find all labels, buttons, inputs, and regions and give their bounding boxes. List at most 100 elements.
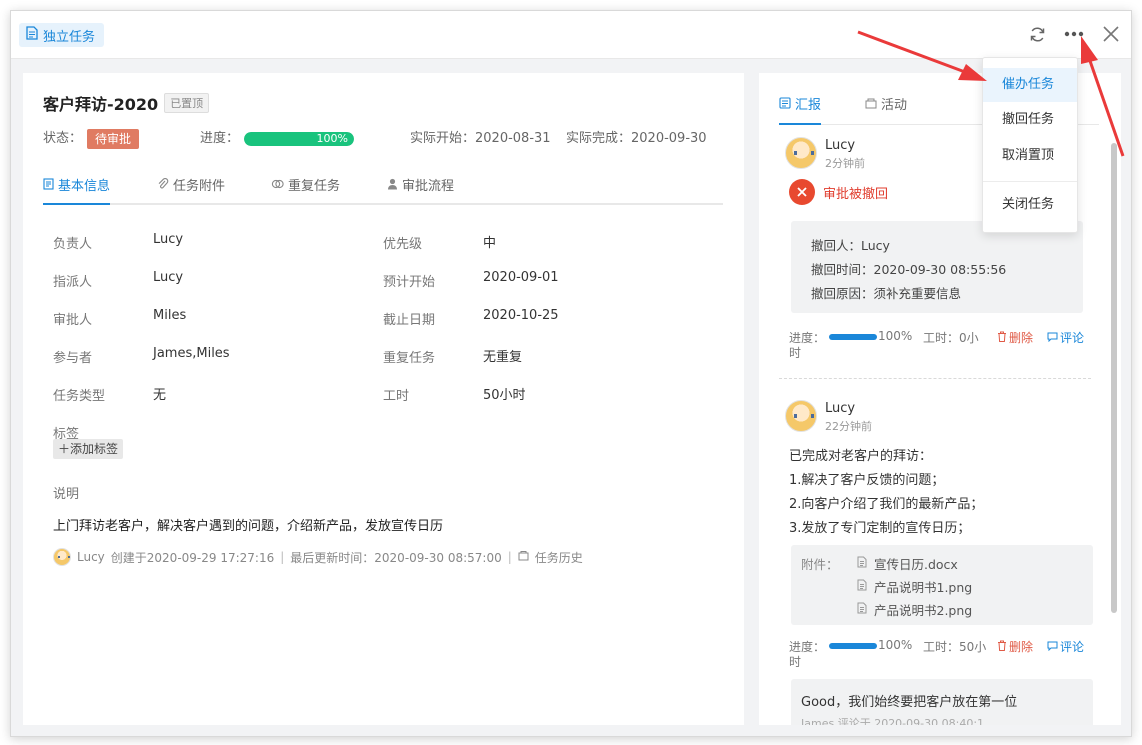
attachment-item[interactable]: 产品说明书2.png xyxy=(857,600,972,619)
add-tag-label: 添加标签 xyxy=(70,442,119,456)
tab-basic-info[interactable]: 基本信息 xyxy=(43,171,111,205)
tab-label: 汇报 xyxy=(795,98,822,113)
report-user: Lucy xyxy=(825,401,856,416)
field-value: 2020-10-25 xyxy=(483,308,559,323)
field-value: Lucy xyxy=(153,270,184,285)
tab-activity[interactable]: 活动 xyxy=(865,93,907,125)
progress-bar: 100% xyxy=(244,132,354,146)
comment-button[interactable]: 评论 xyxy=(1047,638,1084,655)
field-value: 无重复 xyxy=(483,350,523,365)
document-icon xyxy=(26,26,38,44)
field-label: 负责人 xyxy=(53,237,93,252)
task-title: 客户拜访-2020 xyxy=(43,95,159,114)
meta-created: 创建于2020-09-29 17:27:16 xyxy=(110,550,275,565)
tab-label: 基本信息 xyxy=(58,179,111,194)
status-row: 状态： 待审批 进度： 100% 实际开始：2020-08-31 实际完成：20… xyxy=(43,128,723,150)
menu-divider xyxy=(983,181,1077,182)
comment-meta: James 评论于 2020-09-30 08:40:1 xyxy=(801,717,985,725)
close-icon[interactable] xyxy=(1101,24,1121,44)
menu-item-close[interactable]: 关闭任务 xyxy=(983,188,1077,222)
field-value: James,Miles xyxy=(153,346,230,361)
withdraw-detail-box: 撤回人：Lucy 撤回时间：2020-09-30 08:55:56 撤回原因：须… xyxy=(791,221,1083,313)
tab-repeat[interactable]: 重复任务 xyxy=(271,171,340,203)
attachment-item[interactable]: 宣传日历.docx xyxy=(857,554,958,573)
field-label: 截止日期 xyxy=(383,313,436,328)
avatar xyxy=(53,548,71,566)
report-line: 2.向客户介绍了我们的最新产品； xyxy=(789,497,984,512)
document-icon xyxy=(43,174,54,200)
report-line: 3.发放了专门定制的宣传日历； xyxy=(789,521,971,536)
tab-label: 重复任务 xyxy=(288,179,341,194)
actual-start: 实际开始：2020-08-31 xyxy=(410,131,551,146)
repeat-icon xyxy=(271,174,284,200)
task-type-tag[interactable]: 独立任务 xyxy=(19,23,105,47)
attachments-box: 附件： 宣传日历.docx 产品说明书1.png 产品说明书2.png xyxy=(791,545,1093,625)
report-icon xyxy=(779,94,791,118)
progress-text: 100% xyxy=(878,638,913,652)
rejected-label: 审批被撤回 xyxy=(823,186,889,202)
tab-report[interactable]: 汇报 xyxy=(779,93,822,125)
add-tag-button[interactable]: ＋添加标签 xyxy=(53,439,124,459)
title-row: 客户拜访-2020 已置顶 xyxy=(43,91,210,115)
field-value: 无 xyxy=(153,388,167,403)
meta-row: Lucy 创建于2020-09-29 17:27:16 | 最后更新时间：202… xyxy=(53,548,583,566)
divider: | xyxy=(507,550,512,564)
user-icon xyxy=(387,174,398,200)
more-icon[interactable] xyxy=(1064,24,1084,44)
report-footer: 进度： 100% 工时：0小 删除 评论 时 xyxy=(789,329,1109,363)
comment-text: Good，我们始终要把客户放在第一位 xyxy=(801,695,1018,710)
divider: | xyxy=(280,550,285,564)
rejected-status: 审批被撤回 xyxy=(789,179,888,205)
delete-button[interactable]: 删除 xyxy=(997,329,1033,346)
attachment-name: 产品说明书1.png xyxy=(874,580,973,595)
paperclip-icon xyxy=(157,174,169,200)
menu-item-urge[interactable]: 催办任务 xyxy=(983,68,1077,102)
file-icon xyxy=(857,602,867,617)
field-label: 参与者 xyxy=(53,351,93,366)
avatar xyxy=(785,400,817,432)
tab-approval[interactable]: 审批流程 xyxy=(387,171,454,203)
menu-item-withdraw[interactable]: 撤回任务 xyxy=(983,103,1077,137)
report-time: 2分钟前 xyxy=(825,157,865,170)
field-label: 审批人 xyxy=(53,313,93,328)
progress-label: 进度： xyxy=(200,131,240,146)
comment-icon xyxy=(1047,331,1058,345)
hours-text-wrap: 时 xyxy=(789,346,802,360)
comment-label: 评论 xyxy=(1060,640,1085,654)
tab-attachments[interactable]: 任务附件 xyxy=(157,171,225,203)
status-label: 状态： xyxy=(43,131,83,146)
field-value: 2020-09-01 xyxy=(483,270,559,285)
delete-label: 删除 xyxy=(1009,331,1034,345)
detail-line: 撤回原因：须补充重要信息 xyxy=(811,286,962,301)
pinned-badge: 已置顶 xyxy=(164,93,210,113)
meta-author: Lucy xyxy=(77,550,105,564)
refresh-icon[interactable] xyxy=(1027,24,1047,44)
field-label: 优先级 xyxy=(383,237,423,252)
field-value: Lucy xyxy=(153,232,184,247)
field-value: 50小时 xyxy=(483,388,526,403)
delete-button[interactable]: 删除 xyxy=(997,638,1033,655)
report-line: 已完成对老客户的拜访： xyxy=(789,449,933,464)
field-value: 中 xyxy=(483,236,497,251)
report-time: 22分钟前 xyxy=(825,420,872,433)
menu-item-unpin[interactable]: 取消置顶 xyxy=(983,139,1077,173)
task-history-link[interactable]: 任务历史 xyxy=(535,549,583,566)
status-badge: 待审批 xyxy=(87,129,140,149)
comment-label: 评论 xyxy=(1060,331,1085,345)
file-icon xyxy=(857,556,867,571)
field-label: 重复任务 xyxy=(383,351,436,366)
report-line: 1.解决了客户反馈的问题； xyxy=(789,473,945,488)
top-bar: 独立任务 xyxy=(11,11,1131,59)
hours-text: 工时：50小 xyxy=(923,640,987,654)
scrollbar[interactable] xyxy=(1111,143,1117,613)
field-label: 任务类型 xyxy=(53,389,106,404)
report-divider xyxy=(779,378,1091,379)
trash-icon xyxy=(997,640,1007,654)
progress-fill: 100% xyxy=(244,132,354,146)
attachment-item[interactable]: 产品说明书1.png xyxy=(857,577,972,596)
report-user: Lucy xyxy=(825,138,856,153)
tab-label: 审批流程 xyxy=(402,179,455,194)
comment-button[interactable]: 评论 xyxy=(1047,329,1084,346)
task-detail-window: 独立任务 客户拜访-2020 已置顶 状态： 待审批 进度： 100% 实际开始… xyxy=(10,10,1132,737)
description-label: 说明 xyxy=(53,487,80,502)
